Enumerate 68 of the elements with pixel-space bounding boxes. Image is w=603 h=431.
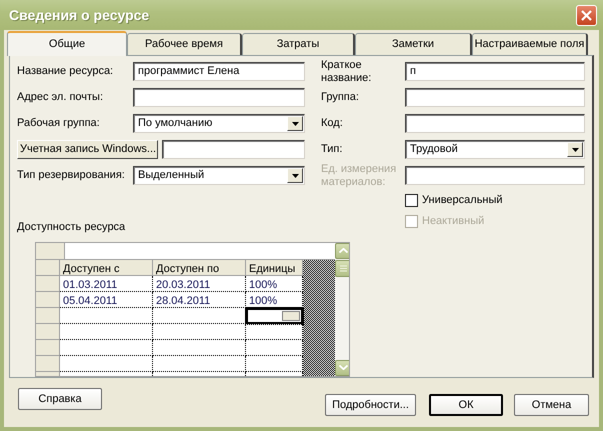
table-cell: 20.03.2011 <box>153 276 246 292</box>
tab[interactable]: Общие <box>7 31 127 56</box>
field-label: Адрес эл. почты: <box>17 90 104 106</box>
row-header[interactable] <box>36 308 60 324</box>
input-field[interactable] <box>133 88 305 107</box>
checkbox-label: Универсальный <box>422 192 503 208</box>
table-cell <box>246 324 303 340</box>
field-label: Тип резервирования: <box>17 168 126 184</box>
table-cell[interactable] <box>246 308 303 324</box>
field-label: Тип: <box>321 143 344 156</box>
table-cell: 05.04.2011 <box>60 292 153 308</box>
scroll-thumb[interactable] <box>335 260 349 276</box>
checkbox-label: Неактивный <box>422 214 484 229</box>
checkbox[interactable] <box>405 194 418 206</box>
row-header[interactable] <box>36 276 60 292</box>
table-cell: 28.04.2011 <box>153 292 246 308</box>
field-label: Рабочая группа: <box>17 116 101 132</box>
section-label: Доступность ресурса <box>17 220 126 235</box>
table-cell <box>246 340 303 356</box>
table-cell: 01.03.2011 <box>60 276 153 292</box>
input-field[interactable]: п <box>405 62 585 81</box>
dropdown-field[interactable]: По умолчанию <box>133 114 305 133</box>
caret-icon <box>292 174 298 178</box>
column-header[interactable]: Доступен с <box>60 260 153 276</box>
dropdown-value: Трудовой <box>410 142 458 158</box>
tab[interactable]: Заметки <box>355 33 472 55</box>
input-field[interactable] <box>162 140 305 159</box>
dropdown-button[interactable] <box>287 168 303 183</box>
field-label: Код: <box>321 117 344 130</box>
tab[interactable]: Настраиваемые поля <box>472 33 588 55</box>
caret-icon <box>572 148 578 152</box>
dropdown-button[interactable] <box>287 116 303 131</box>
dialog-button[interactable]: Отмена <box>514 394 589 416</box>
dropdown-value: Выделенный <box>138 168 204 184</box>
scrollbar[interactable] <box>335 242 349 376</box>
dialog-button[interactable]: ОК <box>429 394 503 416</box>
input-field[interactable] <box>405 114 585 133</box>
help-button[interactable]: Справка <box>18 388 102 410</box>
field-label: Краткое название: <box>321 58 372 84</box>
account-button[interactable]: Учетная запись Windows... <box>17 140 158 159</box>
dropdown-button[interactable] <box>567 142 583 157</box>
field-label: Группа: <box>321 91 360 104</box>
spin-button[interactable] <box>282 310 300 320</box>
row-header[interactable] <box>36 324 60 340</box>
window-title: Сведения о ресурсе <box>9 6 150 25</box>
tab[interactable]: Рабочее время <box>127 33 242 55</box>
column-header[interactable]: Доступен по <box>153 260 246 276</box>
field-label: Ед. измерения материалов: <box>321 162 398 188</box>
close-icon <box>581 10 592 20</box>
row-header[interactable] <box>36 292 60 308</box>
tab[interactable]: Затраты <box>242 33 355 55</box>
dropdown-field[interactable]: Выделенный <box>133 166 305 185</box>
dialog-button[interactable]: Подробности... <box>325 394 416 416</box>
field-label: Название ресурса: <box>17 64 114 80</box>
scroll-down-button[interactable] <box>335 360 349 376</box>
close-button[interactable] <box>576 4 597 26</box>
input-field[interactable] <box>405 88 585 107</box>
row-header[interactable] <box>36 356 60 372</box>
grip-icon <box>340 264 346 272</box>
caret-icon <box>292 122 298 126</box>
dropdown-value: По умолчанию <box>138 116 212 132</box>
row-header[interactable] <box>36 340 60 356</box>
scroll-up-button[interactable] <box>335 242 349 258</box>
table-cell: 100% <box>246 292 303 308</box>
dropdown-field[interactable]: Трудовой <box>405 140 585 159</box>
column-header[interactable]: Единицы <box>246 260 303 276</box>
table-cell: 100% <box>246 276 303 292</box>
input-field[interactable]: программист Елена <box>133 62 305 81</box>
